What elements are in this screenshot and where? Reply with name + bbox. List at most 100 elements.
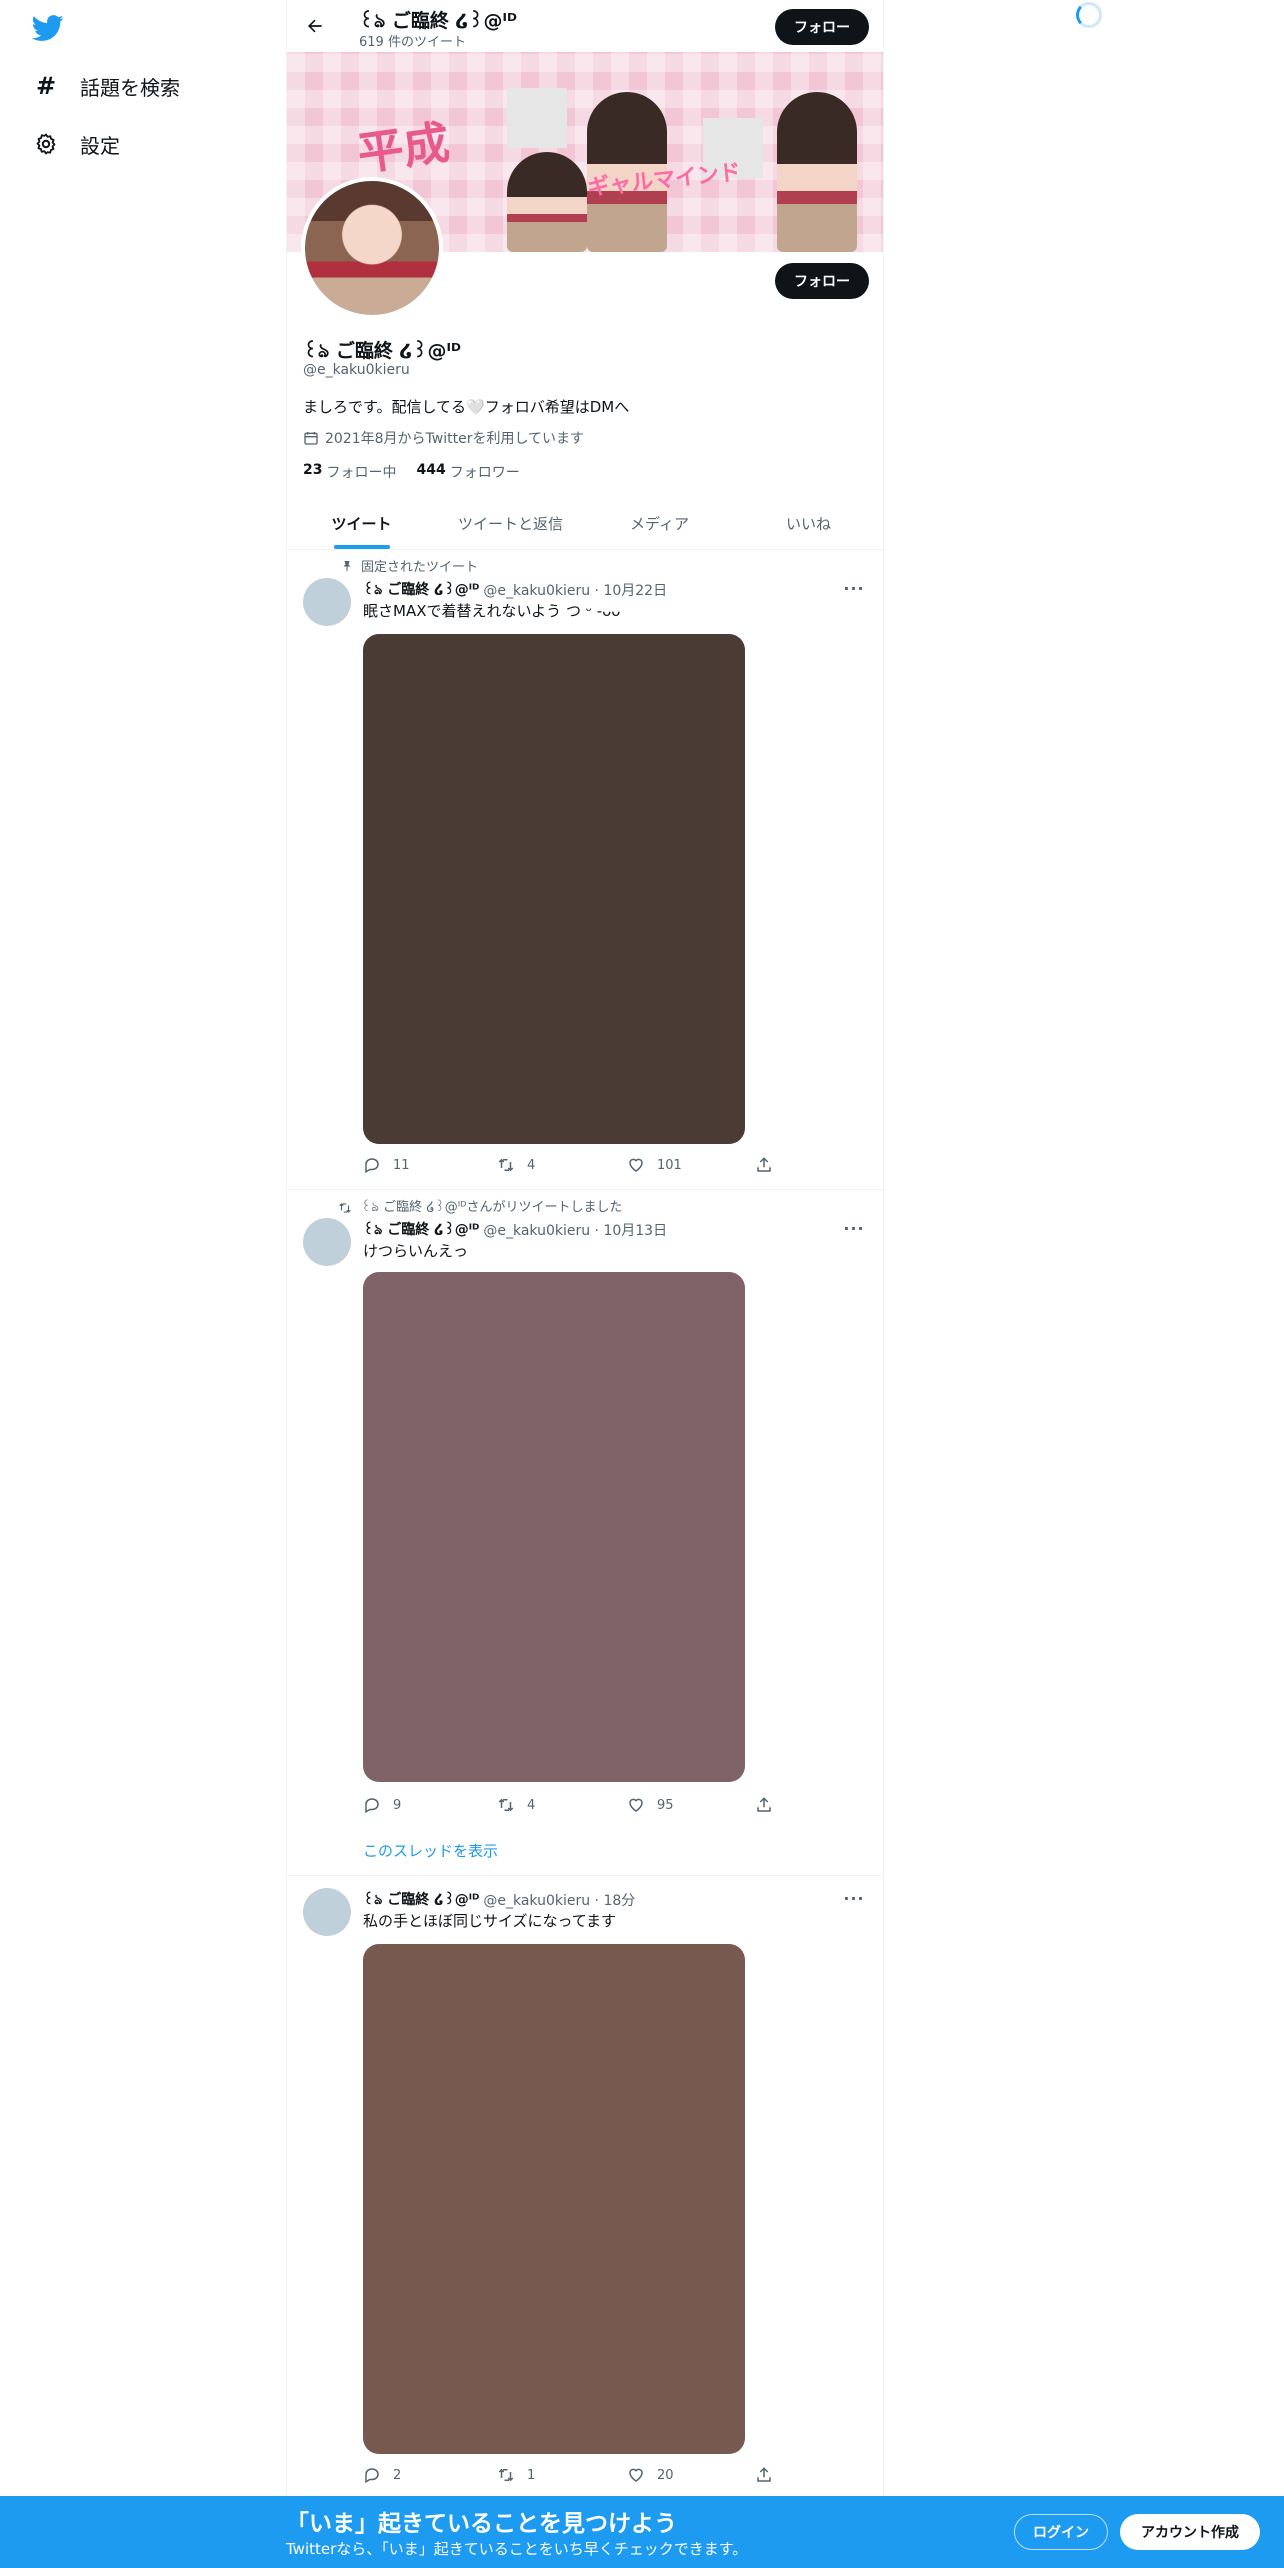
retweet-icon: [333, 1201, 353, 1215]
tweet-avatar[interactable]: [303, 578, 351, 626]
sidebar-item-settings[interactable]: 設定: [32, 124, 120, 164]
tab-tweets-and-replies[interactable]: ツイートと返信: [436, 498, 585, 549]
banner-figure: [507, 152, 587, 252]
follow-button-header[interactable]: フォロー: [775, 9, 869, 45]
sidebar-item-label: 設定: [80, 133, 120, 158]
share-button[interactable]: [755, 1156, 773, 1174]
profile-handle: @e_kaku0kieru: [303, 362, 410, 378]
more-options-icon[interactable]: ···: [839, 1888, 869, 1908]
twitter-logo-icon[interactable]: [30, 12, 66, 44]
like-button[interactable]: 20: [627, 2466, 674, 2484]
tweet-avatar[interactable]: [303, 1218, 351, 1266]
tweet-actions: 9 4 95: [363, 1796, 783, 1816]
tweet-header: ꒰ঌ ご臨終 ໒꒱@ᴵᴰ @e_kaku0kieru · 10月22日: [363, 578, 667, 602]
tweet-context: 固定されたツイート: [333, 556, 478, 575]
more-options-icon[interactable]: ···: [839, 1218, 869, 1238]
follow-button[interactable]: フォロー: [775, 263, 869, 299]
share-icon: [757, 2467, 771, 2482]
retweet-button[interactable]: 1: [497, 2466, 535, 2484]
tweet-media[interactable]: [363, 634, 745, 1144]
banner-blur-patch: [507, 88, 567, 148]
tweet-header: ꒰ঌ ご臨終 ໒꒱@ᴵᴰ @e_kaku0kieru · 10月13日: [363, 1218, 667, 1242]
retweet-icon: [498, 1158, 514, 1172]
like-count: 95: [657, 1797, 674, 1813]
tweet-item[interactable]: ꒰ঌ ご臨終 ໒꒱@ᴵᴰさんがリツイートしました ꒰ঌ ご臨終 ໒꒱@ᴵᴰ @e…: [287, 1190, 883, 1876]
signup-prompt-bar: 「いま」起きていることを見つけよう Twitterなら、「いま」起きていることを…: [0, 2496, 1284, 2568]
tweet-item[interactable]: 固定されたツイート ꒰ঌ ご臨終 ໒꒱@ᴵᴰ @e_kaku0kieru · 1…: [287, 550, 883, 1190]
heart-icon: [629, 1798, 643, 1812]
show-thread-link[interactable]: このスレッドを表示: [363, 1840, 498, 1861]
tweet-meta[interactable]: @e_kaku0kieru · 10月22日: [483, 580, 667, 600]
tweet-context-label[interactable]: ꒰ঌ ご臨終 ໒꒱@ᴵᴰさんがリツイートしました: [361, 1196, 622, 1219]
share-icon: [757, 1157, 771, 1172]
signup-prompt-title: 「いま」起きていることを見つけよう: [286, 2511, 677, 2537]
following-label: フォロー中: [326, 465, 397, 481]
login-button[interactable]: ログイン: [1014, 2514, 1108, 2550]
reply-button[interactable]: 11: [363, 1156, 410, 1174]
profile-bio: ましろです。配信してる🤍フォロバ希望はDMへ: [303, 398, 630, 416]
tweet-context: ꒰ঌ ご臨終 ໒꒱@ᴵᴰさんがリツイートしました: [333, 1196, 622, 1219]
profile-column: ꒰ঌ ご臨終 ໒꒱@ᴵᴰ 619 件のツイート フォロー 平成 ギャルマインド …: [286, 0, 884, 2568]
share-icon: [757, 1797, 771, 1812]
tweet-author-name[interactable]: ꒰ঌ ご臨終 ໒꒱@ᴵᴰ: [363, 1218, 479, 1242]
header-tweet-count: 619 件のツイート: [359, 35, 466, 50]
retweet-button[interactable]: 4: [497, 1156, 535, 1174]
followers-link[interactable]: 444 フォロワー: [416, 462, 519, 482]
following-count: 23: [303, 462, 323, 478]
banner-text: 平成: [354, 114, 453, 182]
reply-icon: [365, 1798, 379, 1814]
tab-likes[interactable]: いいね: [734, 498, 883, 549]
heart-icon: [629, 2468, 643, 2482]
tweet-avatar[interactable]: [303, 1888, 351, 1936]
retweet-icon: [498, 2468, 514, 2482]
profile-avatar[interactable]: [301, 177, 443, 319]
like-count: 20: [657, 2467, 674, 2483]
more-options-icon[interactable]: ···: [839, 578, 869, 598]
share-button[interactable]: [755, 2466, 773, 2484]
joined-text: 2021年8月からTwitterを利用しています: [325, 431, 585, 447]
banner-figure: [777, 92, 857, 252]
tweet-text: 眠さMAXで着替えれないよう つ ᵕ -ᴗᴗ: [363, 602, 621, 620]
tab-tweets[interactable]: ツイート: [287, 498, 436, 549]
tweet-context-label: 固定されたツイート: [361, 560, 479, 575]
like-button[interactable]: 95: [627, 1796, 674, 1814]
tweet-actions: 11 4 101: [363, 1156, 783, 1176]
tab-media[interactable]: メディア: [585, 498, 734, 549]
pin-icon: [333, 559, 353, 573]
tweet-meta[interactable]: @e_kaku0kieru · 10月13日: [483, 1220, 667, 1240]
calendar-icon: [304, 432, 318, 445]
retweet-count: 4: [527, 1157, 536, 1173]
retweet-button[interactable]: 4: [497, 1796, 535, 1814]
sidebar-item-explore[interactable]: # 話題を検索: [32, 66, 180, 106]
profile-joined-date: 2021年8月からTwitterを利用しています: [303, 428, 584, 448]
retweet-count: 4: [527, 1797, 536, 1813]
retweet-count: 1: [527, 2467, 536, 2483]
tweet-text: けつらいんえっ: [363, 1242, 469, 1260]
sidebar: # 話題を検索 設定: [0, 0, 286, 2568]
share-button[interactable]: [755, 1796, 773, 1814]
retweet-icon: [498, 1798, 514, 1812]
tweet-author-name[interactable]: ꒰ঌ ご臨終 ໒꒱@ᴵᴰ: [363, 1888, 479, 1912]
sidebar-item-label: 話題を検索: [80, 75, 180, 100]
like-button[interactable]: 101: [627, 1156, 682, 1174]
reply-icon: [365, 1158, 379, 1174]
hashtag-icon: #: [35, 72, 57, 100]
gear-icon: [32, 130, 60, 158]
tweet-media[interactable]: [363, 1944, 745, 2454]
tweet-media[interactable]: [363, 1272, 745, 1782]
profile-stats: 23 フォロー中 444 フォロワー: [303, 462, 540, 482]
tweet-item[interactable]: ꒰ঌ ご臨終 ໒꒱@ᴵᴰ @e_kaku0kieru · 18分 ··· 私の手…: [287, 1876, 883, 2496]
following-link[interactable]: 23 フォロー中: [303, 462, 396, 482]
reply-button[interactable]: 2: [363, 2466, 401, 2484]
back-arrow-icon[interactable]: [299, 10, 331, 42]
profile-header-bar: ꒰ঌ ご臨終 ໒꒱@ᴵᴰ 619 件のツイート フォロー: [287, 0, 883, 52]
reply-icon: [365, 2468, 379, 2484]
reply-button[interactable]: 9: [363, 1796, 401, 1814]
create-account-button[interactable]: アカウント作成: [1120, 2514, 1260, 2550]
tweet-text: 私の手とほぼ同じサイズになってます: [363, 1912, 617, 1930]
profile-tabs: ツイート ツイートと返信 メディア いいね: [287, 498, 883, 550]
followers-count: 444: [416, 462, 446, 478]
followers-label: フォロワー: [449, 465, 520, 481]
tweet-meta[interactable]: @e_kaku0kieru · 18分: [483, 1890, 635, 1910]
tweet-author-name[interactable]: ꒰ঌ ご臨終 ໒꒱@ᴵᴰ: [363, 578, 479, 602]
